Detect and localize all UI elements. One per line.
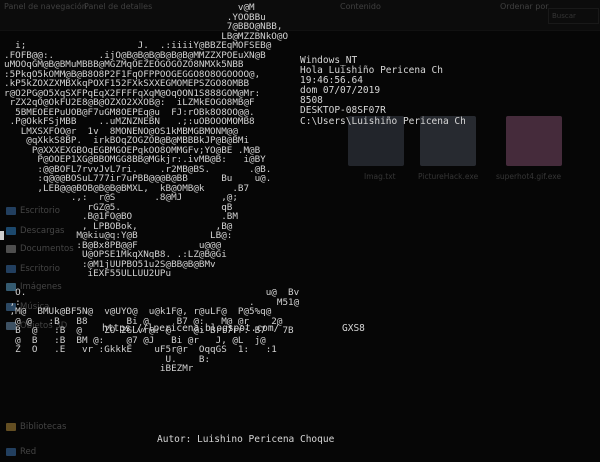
file-name[interactable]: Imag.txt (364, 172, 396, 181)
blog-url: https://lpericena.blogspot.com/ (102, 323, 280, 334)
gxs-label: GXS8 (342, 323, 365, 334)
sidebar-item-network[interactable]: Red (20, 446, 36, 458)
sort-by-button[interactable]: Ordenar por (500, 2, 549, 12)
author-credit: Autor: Luishino Pericena Choque (157, 434, 335, 445)
file-name[interactable]: PictureHack.exe (418, 172, 478, 181)
search-input[interactable]: Buscar (548, 8, 599, 24)
system-info-block: Windows_NT Hola Luishiño Pericena Ch 19:… (300, 55, 466, 127)
sidebar-item-libraries[interactable]: Bibliotecas (20, 421, 66, 433)
contents-button[interactable]: Contenido (340, 2, 381, 12)
file-thumbnail[interactable] (506, 116, 562, 166)
libraries-icon (6, 423, 16, 431)
network-icon (6, 448, 16, 456)
ascii-art-logo: v@M .YOOBBu 7@BBO@NBB, LB@MZZBNkO@O i; J… (4, 2, 300, 374)
file-name[interactable]: superhot4.gif.exe (496, 172, 561, 181)
user-path: C:\Users\Luishiño Pericena Ch (300, 115, 466, 127)
